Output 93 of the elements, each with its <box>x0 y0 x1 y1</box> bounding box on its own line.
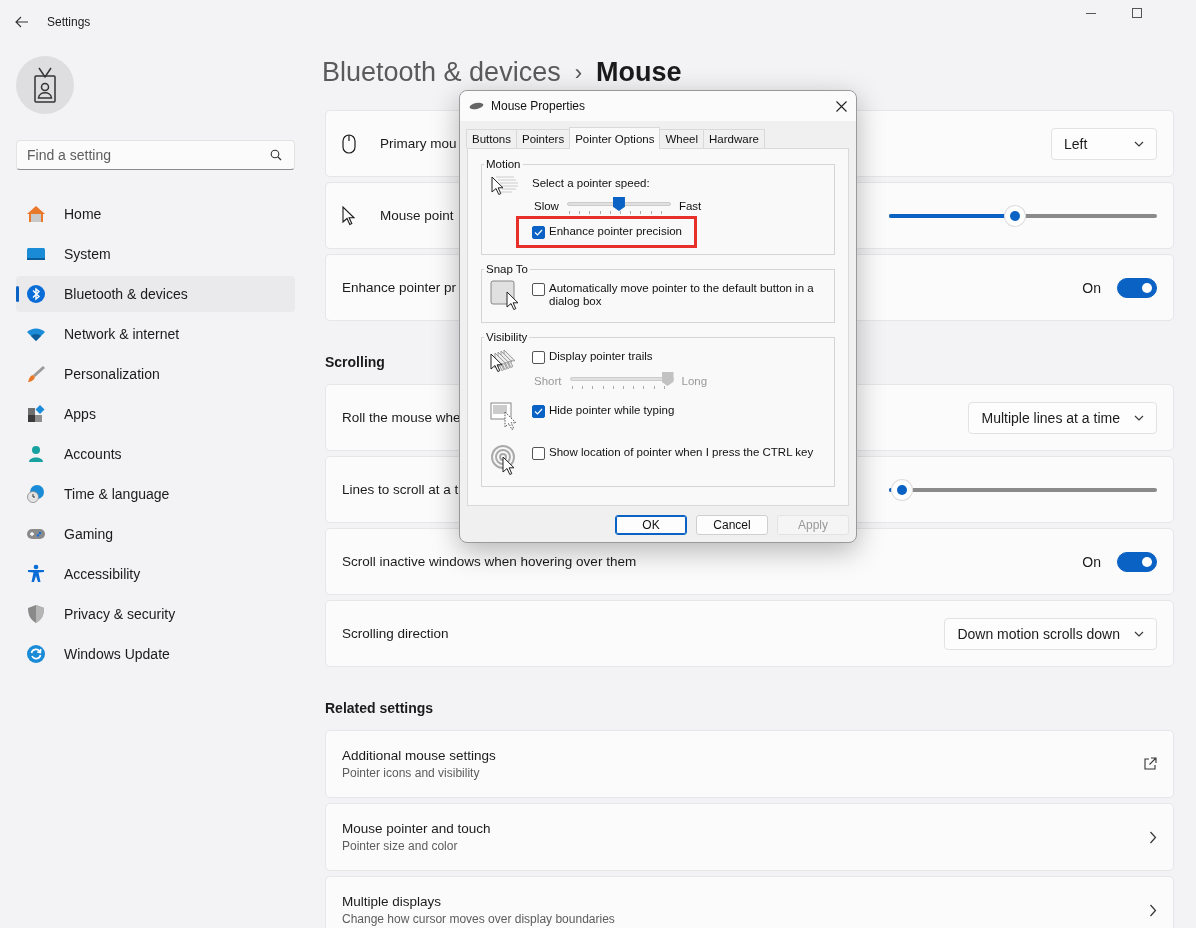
toggle-switch[interactable] <box>1117 551 1157 572</box>
sidebar-item[interactable]: System <box>16 236 295 272</box>
setting-label: Roll the mouse whe <box>342 410 461 425</box>
setting-description: Change how cursor moves over display boundaries <box>342 912 615 926</box>
chevron-down-icon <box>1134 414 1144 421</box>
window-title: Settings <box>47 15 91 29</box>
checkmark-icon <box>534 229 543 236</box>
sidebar-item[interactable]: Network & internet <box>16 316 295 352</box>
slider-min-label: Slow <box>534 200 559 212</box>
dropdown[interactable]: Down motion scrolls down <box>944 617 1157 650</box>
slider-max-label: Fast <box>678 200 702 212</box>
tab[interactable]: Pointer Options <box>569 127 661 149</box>
bluetooth-icon <box>26 284 46 304</box>
page-title: Mouse <box>596 57 682 88</box>
dropdown[interactable]: Multiple lines at a time <box>968 401 1157 434</box>
search-icon <box>270 149 282 161</box>
mouse-icon <box>469 102 484 110</box>
group-title: Visibility <box>485 331 529 343</box>
chevron-right-icon[interactable] <box>1149 830 1157 844</box>
sidebar-item[interactable]: Personalization <box>16 356 295 392</box>
toggle-state: On <box>1082 279 1101 296</box>
sync-icon <box>26 644 46 664</box>
dropdown[interactable]: Left <box>1051 127 1157 160</box>
sidebar-item[interactable]: Windows Update <box>16 636 295 672</box>
person-icon <box>26 444 46 464</box>
setting-description: Pointer size and color <box>342 839 458 853</box>
brush-icon <box>26 364 46 384</box>
sidebar-item[interactable]: Privacy & security <box>16 596 295 632</box>
checkbox[interactable]: Automatically move pointer to the default button in a dialog box <box>532 282 828 308</box>
pointer-icon <box>342 205 356 226</box>
setting-label: Enhance pointer pr <box>342 280 457 295</box>
checkbox[interactable]: Display pointer trails <box>532 350 828 364</box>
breadcrumb-separator: › <box>574 59 582 86</box>
slider-min-label: Short <box>534 375 562 387</box>
breadcrumb-link[interactable]: Bluetooth & devices <box>322 57 561 88</box>
section-heading: Scrolling <box>325 354 385 372</box>
external-link-icon[interactable] <box>1143 757 1157 771</box>
accessibility-icon <box>26 564 46 584</box>
dialog-button[interactable]: Cancel <box>696 515 768 535</box>
selection-indicator <box>16 286 19 302</box>
field-label: Select a pointer speed: <box>532 177 651 189</box>
slider-thumb[interactable] <box>892 479 913 500</box>
setting-label: Primary mou <box>380 136 457 151</box>
dialog-button[interactable]: OK <box>615 515 687 535</box>
sidebar-item[interactable]: Time & language <box>16 476 295 512</box>
sidebar-item[interactable]: Apps <box>16 396 295 432</box>
tab[interactable]: Buttons <box>466 129 517 148</box>
slider-max-label: Long <box>681 375 708 387</box>
toggle-switch[interactable] <box>1117 277 1157 298</box>
home-icon <box>26 204 46 224</box>
checkbox[interactable]: Hide pointer while typing <box>532 404 828 418</box>
mouse-icon <box>342 133 356 154</box>
setting-label: Mouse pointer and touch <box>342 821 491 836</box>
setting-label: Scrolling direction <box>342 626 449 641</box>
close-icon[interactable] <box>835 100 847 112</box>
checkbox[interactable]: Show location of pointer when I press the CTRL key <box>532 446 828 460</box>
chevron-down-icon <box>1134 630 1144 637</box>
chevron-right-icon[interactable] <box>1149 903 1157 917</box>
sidebar-item[interactable]: Bluetooth & devices <box>16 276 295 312</box>
dialog-title: Mouse Properties <box>491 99 587 113</box>
pointer-slider[interactable] <box>566 197 671 215</box>
apps-icon <box>26 404 46 424</box>
setting-label: Scroll inactive windows when hovering over them <box>342 554 637 569</box>
chevron-down-icon <box>1134 140 1144 147</box>
setting-label: Additional mouse settings <box>342 748 496 763</box>
checkmark-icon <box>534 408 543 415</box>
section-heading: Related settings <box>325 700 434 718</box>
setting-card[interactable]: Additional mouse settings Pointer icons and visibility <box>325 730 1174 798</box>
maximize-icon[interactable] <box>1132 8 1142 18</box>
group-title: Motion <box>485 158 522 170</box>
toggle-state: On <box>1082 553 1101 570</box>
sidebar-item[interactable]: Home <box>16 196 295 232</box>
setting-label: Multiple displays <box>342 894 442 909</box>
pointer-slider[interactable] <box>569 372 674 390</box>
slider-thumb[interactable] <box>1004 205 1025 226</box>
back-arrow-icon[interactable] <box>15 16 29 28</box>
slider[interactable] <box>889 205 1157 226</box>
sidebar-item[interactable]: Accounts <box>16 436 295 472</box>
checkbox[interactable]: Enhance pointer precision <box>532 225 682 239</box>
shield-icon <box>26 604 46 624</box>
globe-clock-icon <box>26 484 46 504</box>
setting-description: Pointer icons and visibility <box>342 766 480 780</box>
sidebar-item[interactable]: Gaming <box>16 516 295 552</box>
setting-card[interactable]: Mouse pointer and touch Pointer size and color <box>325 803 1174 871</box>
setting-label: Mouse point <box>380 208 454 223</box>
slider[interactable] <box>889 479 1157 500</box>
group-title: Snap To <box>485 263 529 275</box>
setting-card[interactable]: Multiple displays Change how cursor moves over display boundaries <box>325 876 1174 928</box>
sidebar-item[interactable]: Accessibility <box>16 556 295 592</box>
badge-person-icon <box>33 67 57 103</box>
setting-label: Lines to scroll at a t <box>342 482 459 497</box>
search-field[interactable]: Find a setting <box>16 140 295 170</box>
tab[interactable]: Hardware <box>703 129 765 148</box>
